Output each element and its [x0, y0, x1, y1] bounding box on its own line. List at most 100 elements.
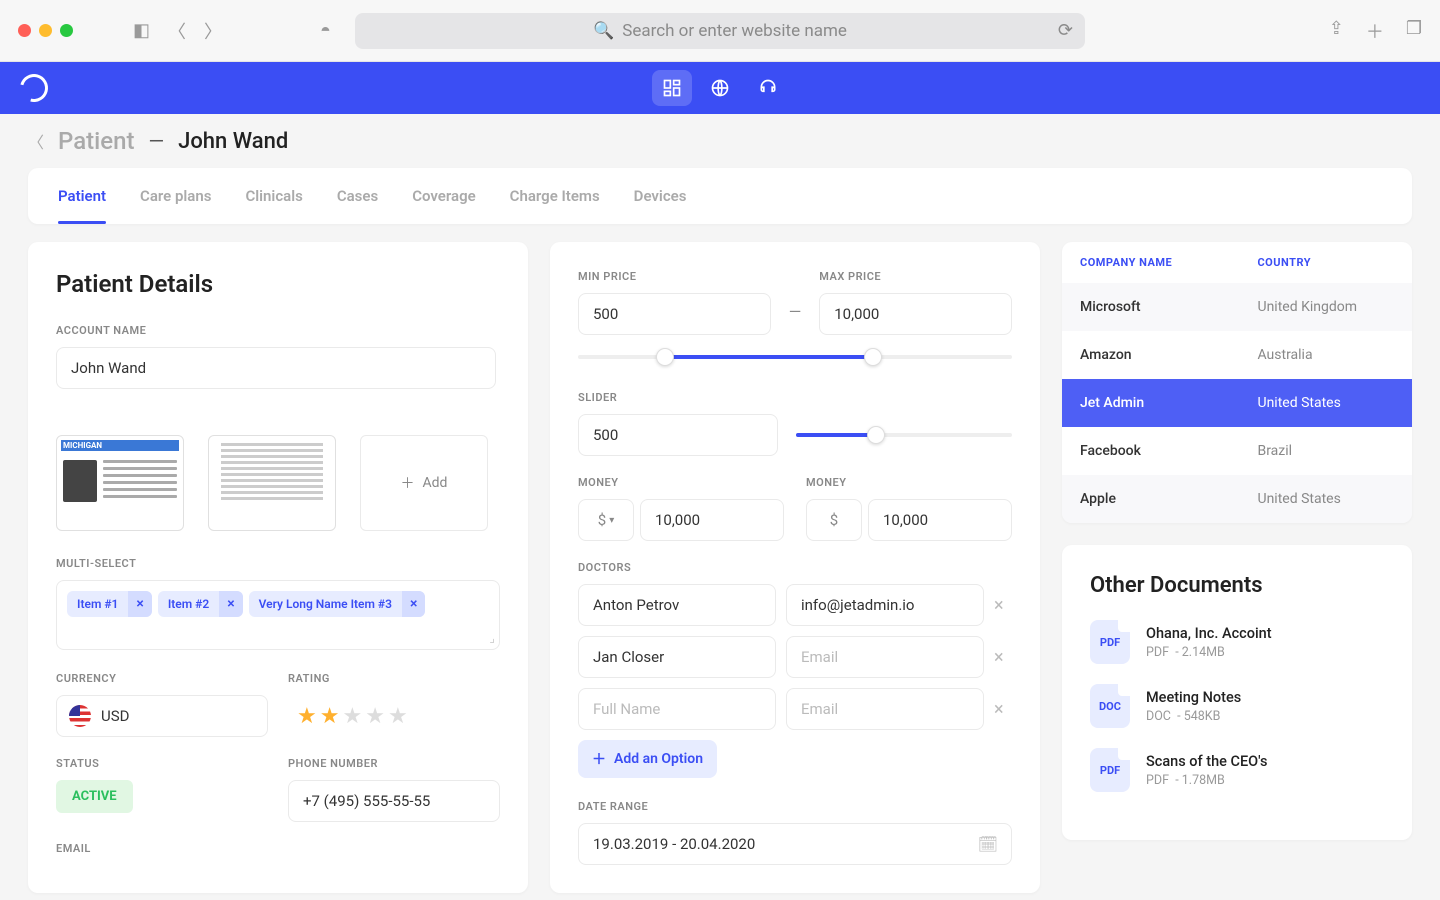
tab-cases[interactable]: Cases	[337, 168, 378, 224]
id-card-front[interactable]: MICHIGAN	[56, 435, 184, 531]
url-bar[interactable]: 🔍 Search or enter website name ⟳	[355, 13, 1085, 49]
table-row[interactable]: Jet AdminUnited States	[1062, 379, 1412, 427]
doctors-label: DOCTORS	[578, 561, 1012, 574]
col-company-header[interactable]: COMPANY NAME	[1080, 256, 1257, 269]
close-window[interactable]	[18, 24, 31, 37]
phone-label: PHONE NUMBER	[288, 757, 500, 770]
money-b-input[interactable]	[868, 499, 1012, 541]
doctor-email-input[interactable]	[786, 688, 984, 730]
col-country-header[interactable]: COUNTRY	[1257, 256, 1394, 269]
company-cell: Jet Admin	[1080, 395, 1257, 411]
top-tab-globe[interactable]	[700, 70, 740, 106]
single-slider[interactable]	[796, 423, 1012, 447]
doctor-email-input[interactable]	[786, 584, 984, 626]
multiselect-chip: Very Long Name Item #3×	[249, 591, 426, 617]
star-icon[interactable]: ★	[320, 704, 340, 729]
star-icon[interactable]: ★	[342, 704, 362, 729]
table-row[interactable]: FacebookBrazil	[1062, 427, 1412, 475]
tab-patient[interactable]: Patient	[58, 168, 106, 224]
shield-icon[interactable]: ◓	[320, 20, 331, 41]
min-price-label: MIN PRICE	[578, 270, 771, 283]
doctor-email-input[interactable]	[786, 636, 984, 678]
slider-value-input[interactable]	[578, 414, 778, 456]
doctor-name-input[interactable]	[578, 584, 776, 626]
country-cell: Australia	[1257, 347, 1394, 363]
search-icon: 🔍	[593, 21, 614, 41]
doctor-row: ×	[578, 636, 1012, 678]
min-price-input[interactable]	[578, 293, 771, 335]
chip-remove-icon[interactable]: ×	[219, 591, 242, 617]
new-tab-icon[interactable]: ＋	[1366, 18, 1384, 44]
chip-remove-icon[interactable]: ×	[128, 591, 151, 617]
calendar-icon[interactable]: 🗓	[978, 835, 998, 854]
tab-coverage[interactable]: Coverage	[412, 168, 475, 224]
doctor-name-input[interactable]	[578, 688, 776, 730]
money-a-label: MONEY	[578, 476, 784, 489]
remove-row-icon[interactable]: ×	[994, 595, 1012, 616]
range-sep: —	[789, 302, 802, 321]
nav-back-icon[interactable]: 〈	[168, 18, 186, 44]
add-image-button[interactable]: ＋ Add	[360, 435, 488, 531]
plus-icon: ＋	[401, 473, 415, 493]
chip-remove-icon[interactable]: ×	[402, 591, 425, 617]
company-cell: Amazon	[1080, 347, 1257, 363]
doc-meta: PDF - 1.78MB	[1146, 773, 1267, 788]
add-option-label: Add an Option	[614, 751, 703, 767]
tab-devices[interactable]: Devices	[634, 168, 687, 224]
star-icon[interactable]: ★	[388, 704, 408, 729]
multiselect-input[interactable]: Item #1×Item #2×Very Long Name Item #3×⌟	[56, 580, 500, 650]
maximize-window[interactable]	[60, 24, 73, 37]
tabs-bar: Patient Care plans Clinicals Cases Coverage C…	[28, 168, 1412, 224]
document-item[interactable]: PDFScans of the CEO'sPDF - 1.78MB	[1090, 748, 1384, 792]
top-tab-dashboard[interactable]	[652, 70, 692, 106]
rating-input[interactable]: ★★★★★	[288, 695, 500, 737]
currency-label: CURRENCY	[56, 672, 268, 685]
star-icon[interactable]: ★	[297, 704, 317, 729]
range-thumb-min[interactable]	[656, 348, 674, 366]
share-icon[interactable]: ⇪	[1329, 18, 1344, 44]
breadcrumb-section[interactable]: Patient	[58, 127, 134, 155]
doc-type-badge: PDF	[1090, 620, 1130, 664]
price-range-slider[interactable]	[578, 345, 1012, 369]
id-card-back[interactable]	[208, 435, 336, 531]
table-row[interactable]: MicrosoftUnited Kingdom	[1062, 283, 1412, 331]
currency-value: USD	[101, 707, 129, 725]
top-tab-support[interactable]	[748, 70, 788, 106]
reload-icon[interactable]: ⟳	[1058, 20, 1073, 41]
chip-label: Item #2	[158, 592, 219, 616]
slider-thumb[interactable]	[867, 426, 885, 444]
email-label: EMAIL	[56, 842, 500, 855]
doctor-name-input[interactable]	[578, 636, 776, 678]
docs-title: Other Documents	[1090, 573, 1384, 598]
date-range-input[interactable]	[578, 823, 1012, 865]
money-a-input[interactable]	[640, 499, 784, 541]
table-row[interactable]: AmazonAustralia	[1062, 331, 1412, 379]
table-row[interactable]: AppleUnited States	[1062, 475, 1412, 523]
breadcrumb-back-icon[interactable]: 〈	[28, 129, 44, 153]
currency-selector-b[interactable]: $	[806, 499, 862, 541]
remove-row-icon[interactable]: ×	[994, 699, 1012, 720]
sidebar-toggle-icon[interactable]: ◧	[133, 20, 150, 41]
pricing-card: MIN PRICE — MAX PRICE SLIDER	[550, 242, 1040, 893]
logo-icon[interactable]	[15, 69, 53, 107]
resize-handle-icon[interactable]: ⌟	[489, 631, 495, 645]
document-item[interactable]: PDFOhana, Inc. AccointPDF - 2.14MB	[1090, 620, 1384, 664]
range-thumb-max[interactable]	[864, 348, 882, 366]
star-icon[interactable]: ★	[365, 704, 385, 729]
add-option-button[interactable]: ＋ Add an Option	[578, 740, 717, 778]
money-b-label: MONEY	[806, 476, 1012, 489]
max-price-input[interactable]	[819, 293, 1012, 335]
minimize-window[interactable]	[39, 24, 52, 37]
doc-name: Ohana, Inc. Accoint	[1146, 625, 1272, 642]
phone-input[interactable]	[288, 780, 500, 822]
document-item[interactable]: DOCMeeting NotesDOC - 548KB	[1090, 684, 1384, 728]
nav-forward-icon[interactable]: 〉	[204, 18, 222, 44]
tab-charge-items[interactable]: Charge Items	[510, 168, 600, 224]
tab-clinicals[interactable]: Clinicals	[245, 168, 302, 224]
tab-care-plans[interactable]: Care plans	[140, 168, 211, 224]
remove-row-icon[interactable]: ×	[994, 647, 1012, 668]
currency-selector-a[interactable]: $▾	[578, 499, 634, 541]
currency-select[interactable]: USD	[56, 695, 268, 737]
tabs-icon[interactable]: ❐	[1406, 18, 1422, 44]
account-name-input[interactable]	[56, 347, 496, 389]
